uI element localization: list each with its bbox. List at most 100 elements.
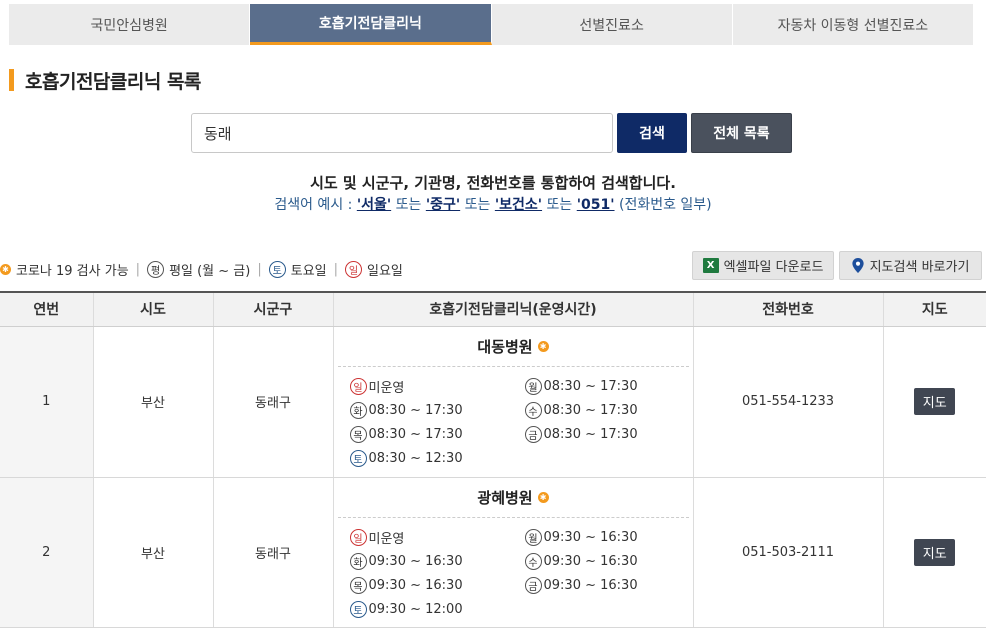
hours-thursday: 목 09:30 ~ 16:30 bbox=[349, 574, 525, 598]
row-sigungu: 동래구 bbox=[212, 326, 333, 478]
sunday-icon: 일 bbox=[345, 260, 363, 278]
hours-text: 미운영 bbox=[368, 381, 405, 396]
example-051: '051' bbox=[576, 197, 615, 213]
wednesday-icon: 수 bbox=[524, 402, 542, 419]
clinic-table: 연번 시도 시군구 호흡기전담클리닉(운영시간) 전화번호 지도 1 부산 동래… bbox=[0, 291, 986, 628]
excel-icon: X bbox=[702, 258, 719, 273]
tuesday-icon: 화 bbox=[349, 402, 367, 419]
title-accent-bar bbox=[9, 69, 14, 91]
excel-download-label: 엑셀파일 다운로드 bbox=[723, 260, 824, 275]
legend: ✱ 코로나 19 검사 가능 | 평 평일 (월 ~ 금) | 토 토요일 | … bbox=[0, 260, 403, 279]
clinic-name: 대동병원 ✱ bbox=[337, 327, 689, 367]
hours-wednesday: 수 08:30 ~ 17:30 bbox=[524, 399, 705, 423]
hours-wednesday: 수 09:30 ~ 16:30 bbox=[524, 550, 705, 574]
legend-saturday: 토요일 bbox=[290, 263, 327, 279]
row-sido: 부산 bbox=[92, 326, 213, 478]
row-phone: 051-503-2111 bbox=[692, 477, 883, 628]
hours-text: 09:30 ~ 12:00 bbox=[368, 602, 463, 617]
tab-safe-hospital[interactable]: 국민안심병원 bbox=[9, 4, 251, 45]
friday-icon: 금 bbox=[524, 577, 542, 594]
example-seoul: '서울' bbox=[356, 197, 392, 213]
monday-icon: 월 bbox=[524, 529, 542, 546]
hours-text: 09:30 ~ 16:30 bbox=[543, 578, 638, 593]
hours-text: 09:30 ~ 16:30 bbox=[368, 554, 463, 569]
covid-test-icon: ✱ bbox=[0, 263, 11, 275]
hours-saturday: 토 08:30 ~ 12:30 bbox=[349, 447, 525, 471]
search-guide: 시도 및 시군구, 기관명, 전화번호를 통합하여 검색합니다. bbox=[310, 174, 676, 192]
hours-text: 08:30 ~ 17:30 bbox=[543, 379, 638, 394]
legend-sunday: 일요일 bbox=[367, 263, 403, 279]
header-sigungu: 시군구 bbox=[212, 291, 333, 327]
hours-tuesday: 화 09:30 ~ 16:30 bbox=[349, 550, 525, 574]
legend-covid: 코로나 19 검사 가능 bbox=[16, 263, 129, 279]
search-input[interactable] bbox=[191, 113, 613, 153]
sunday-icon: 일 bbox=[349, 378, 367, 395]
monday-icon: 월 bbox=[524, 378, 542, 395]
row-no: 2 bbox=[0, 477, 93, 628]
map-pin-icon bbox=[851, 258, 864, 273]
friday-icon: 금 bbox=[524, 426, 542, 443]
hours-friday: 금 09:30 ~ 16:30 bbox=[524, 574, 705, 598]
page-title-text: 호흡기전담클리닉 목록 bbox=[25, 70, 201, 93]
excel-download-button[interactable]: X 엑셀파일 다운로드 bbox=[692, 251, 834, 280]
covid-test-icon: ✱ bbox=[537, 340, 549, 352]
search-button[interactable]: 검색 bbox=[617, 113, 687, 153]
table-row: 2 부산 동래구 광혜병원 ✱ 일 미운영 월 09:30 ~ 16:30 화 09:3… bbox=[0, 477, 986, 628]
row-sido: 부산 bbox=[92, 477, 213, 628]
tab-respiratory-clinic[interactable]: 호흡기전담클리닉 bbox=[250, 4, 492, 45]
clinic-name-text: 대동병원 bbox=[477, 337, 533, 356]
header-sido: 시도 bbox=[92, 291, 213, 327]
covid-test-icon: ✱ bbox=[537, 491, 549, 503]
thursday-icon: 목 bbox=[349, 577, 367, 594]
hours-text: 08:30 ~ 17:30 bbox=[543, 403, 638, 418]
example-or: 또는 bbox=[542, 197, 577, 213]
row-no: 1 bbox=[0, 326, 93, 478]
legend-divider: | bbox=[135, 261, 141, 277]
map-search-button[interactable]: 지도검색 바로가기 bbox=[839, 251, 982, 280]
hours-tuesday: 화 08:30 ~ 17:30 bbox=[349, 399, 525, 423]
header-phone: 전화번호 bbox=[692, 291, 883, 327]
header-clinic: 호흡기전담클리닉(운영시간) bbox=[332, 291, 693, 327]
hours-text: 미운영 bbox=[368, 532, 405, 547]
example-health-center: '보건소' bbox=[494, 197, 543, 213]
hours-text: 09:30 ~ 16:30 bbox=[543, 554, 638, 569]
hours-saturday: 토 09:30 ~ 12:00 bbox=[349, 598, 525, 622]
map-button[interactable]: 지도 bbox=[914, 538, 956, 566]
top-tabs: 국민안심병원 호흡기전담클리닉 선별진료소 자동차 이동형 선별진료소 bbox=[9, 4, 973, 45]
example-junggu: '중구' bbox=[425, 197, 461, 213]
row-map: 지도 bbox=[882, 477, 986, 628]
hours-monday: 월 09:30 ~ 16:30 bbox=[524, 526, 705, 550]
clinic-name: 광혜병원 ✱ bbox=[337, 478, 689, 518]
header-map: 지도 bbox=[882, 291, 986, 327]
all-list-button[interactable]: 전체 목록 bbox=[691, 113, 792, 153]
page-title: 호흡기전담클리닉 목록 bbox=[9, 68, 201, 93]
hours-text: 08:30 ~ 17:30 bbox=[543, 427, 638, 442]
weekday-icon: 평 bbox=[147, 260, 165, 278]
row-map: 지도 bbox=[882, 326, 986, 478]
hours-friday: 금 08:30 ~ 17:30 bbox=[524, 423, 705, 447]
legend-divider: | bbox=[257, 261, 262, 277]
hours-text: 09:30 ~ 16:30 bbox=[368, 578, 463, 593]
example-prefix: 검색어 예시 : bbox=[274, 197, 357, 213]
row-phone: 051-554-1233 bbox=[692, 326, 883, 478]
row-clinic: 광혜병원 ✱ 일 미운영 월 09:30 ~ 16:30 화 09:30 ~ 16:30… bbox=[332, 477, 693, 628]
map-button[interactable]: 지도 bbox=[914, 388, 956, 415]
hours-sunday: 일 미운영 bbox=[349, 526, 525, 550]
clinic-hours: 일 미운영 월 09:30 ~ 16:30 화 09:30 ~ 16:30 수 09:3… bbox=[338, 518, 689, 622]
header-no: 연번 bbox=[0, 291, 93, 327]
hours-monday: 월 08:30 ~ 17:30 bbox=[524, 375, 705, 399]
tab-screening-clinic[interactable]: 선별진료소 bbox=[491, 4, 733, 45]
table-row: 1 부산 동래구 대동병원 ✱ 일 미운영 월 08:30 ~ 17:30 화 08:3… bbox=[0, 326, 986, 478]
hours-sunday: 일 미운영 bbox=[349, 375, 525, 399]
legend-weekday: 평일 (월 ~ 금) bbox=[169, 263, 251, 279]
legend-divider: | bbox=[333, 261, 339, 277]
clinic-name-text: 광혜병원 bbox=[477, 488, 533, 507]
wednesday-icon: 수 bbox=[524, 553, 542, 570]
saturday-icon: 토 bbox=[268, 260, 286, 278]
tab-drive-thru-clinic[interactable]: 자동차 이동형 선별진료소 bbox=[732, 4, 973, 45]
example-suffix: (전화번호 일부) bbox=[614, 197, 712, 213]
hours-text: 08:30 ~ 17:30 bbox=[368, 403, 463, 418]
map-search-label: 지도검색 바로가기 bbox=[869, 260, 970, 275]
row-clinic: 대동병원 ✱ 일 미운영 월 08:30 ~ 17:30 화 08:30 ~ 17:30… bbox=[332, 326, 693, 478]
search-example: 검색어 예시 : '서울' 또는 '중구' 또는 '보건소' 또는 '051' … bbox=[0, 194, 986, 214]
